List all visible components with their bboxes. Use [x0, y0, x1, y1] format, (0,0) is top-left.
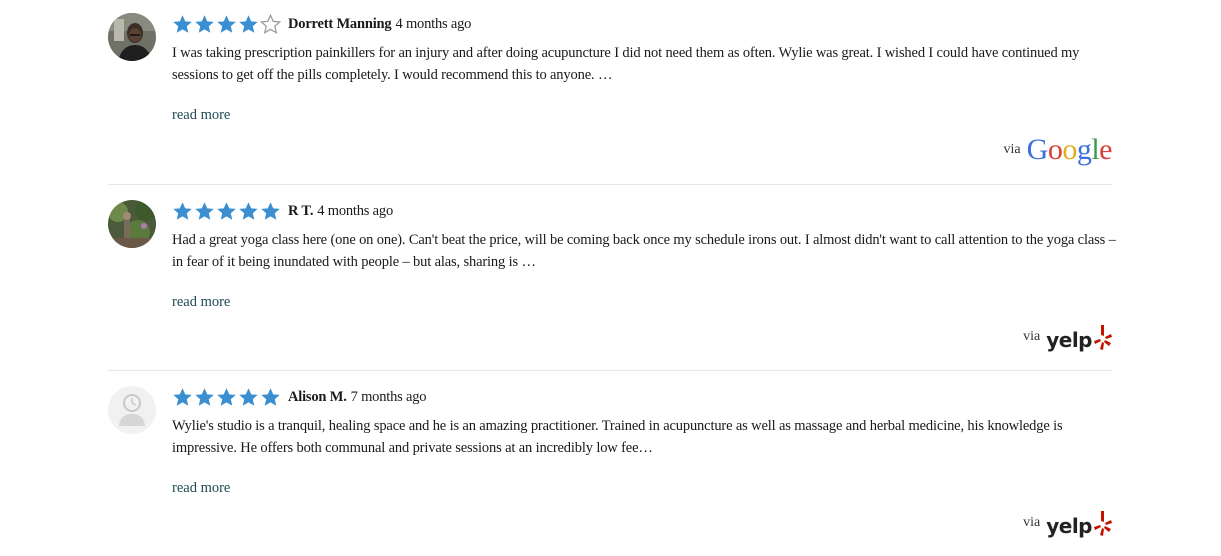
star-filled-icon — [173, 388, 192, 406]
via-label: via — [1003, 142, 1021, 157]
avatar — [108, 13, 156, 61]
star-filled-icon — [173, 15, 192, 33]
read-more-link[interactable]: read more — [172, 294, 230, 311]
review-card: R T. 4 months ago Had a great yoga class… — [108, 200, 1116, 370]
review-source: via yelp — [1023, 322, 1112, 352]
review-header: Alison M. 7 months ago — [172, 386, 427, 408]
star-filled-icon — [261, 388, 280, 406]
review-card: Alison M. 7 months ago Wylie's studio is… — [108, 386, 1112, 556]
star-filled-icon — [195, 15, 214, 33]
review-time: 4 months ago — [395, 15, 472, 32]
read-more-link[interactable]: read more — [172, 107, 230, 124]
divider — [108, 184, 1112, 185]
yelp-burst-icon — [1094, 325, 1112, 350]
star-filled-icon — [261, 202, 280, 220]
review-text: Wylie's studio is a tranquil, healing sp… — [172, 418, 1063, 456]
yelp-burst-icon — [1094, 511, 1112, 536]
review-time: 7 months ago — [350, 388, 427, 405]
divider — [108, 370, 1112, 371]
star-rating — [172, 201, 282, 221]
review-text: I was taking prescription painkillers fo… — [172, 45, 1080, 83]
review-source: via yelp — [1023, 508, 1112, 538]
read-more-link[interactable]: read more — [172, 480, 230, 497]
via-label: via — [1023, 329, 1041, 344]
avatar — [108, 200, 156, 248]
star-filled-icon — [195, 202, 214, 220]
star-filled-icon — [195, 388, 214, 406]
reviewer-name: R T. — [288, 202, 314, 219]
via-label: via — [1023, 515, 1041, 530]
yelp-logo[interactable]: yelp — [1046, 322, 1112, 352]
yelp-wordmark: yelp — [1046, 328, 1092, 352]
reviewer-name: Alison M. — [288, 388, 347, 405]
yelp-logo[interactable]: yelp — [1046, 508, 1112, 538]
star-rating — [172, 14, 282, 34]
star-filled-icon — [239, 388, 258, 406]
star-empty-icon — [260, 14, 281, 34]
review-header: R T. 4 months ago — [172, 200, 393, 222]
yelp-wordmark: yelp — [1046, 514, 1092, 538]
reviewer-name: Dorrett Manning — [288, 15, 392, 32]
star-filled-icon — [217, 15, 236, 33]
star-filled-icon — [217, 388, 236, 406]
review-source: via Google — [1003, 133, 1113, 167]
review-header: Dorrett Manning 4 months ago — [172, 13, 471, 35]
review-text: Had a great yoga class here (one on one)… — [172, 232, 1116, 270]
star-rating — [172, 387, 282, 407]
star-filled-icon — [173, 202, 192, 220]
star-filled-icon — [239, 15, 258, 33]
review-card: Dorrett Manning 4 months ago I was takin… — [108, 13, 1112, 184]
review-time: 4 months ago — [317, 202, 394, 219]
star-filled-icon — [217, 202, 236, 220]
star-filled-icon — [239, 202, 258, 220]
google-logo[interactable]: Google — [1027, 133, 1113, 167]
default-user-icon — [108, 386, 156, 434]
